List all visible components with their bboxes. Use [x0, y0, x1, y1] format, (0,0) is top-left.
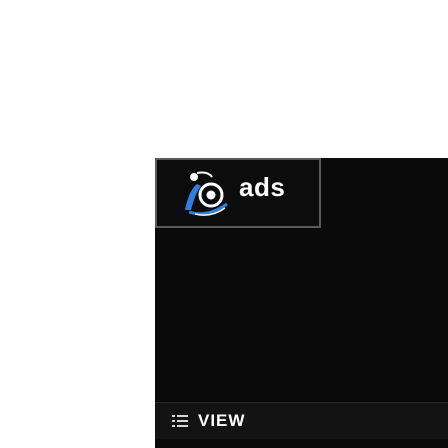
view-label: VIEW [198, 411, 246, 430]
blank-area [0, 0, 448, 158]
person-at-sign-icon [185, 171, 228, 216]
brand-name: ads [239, 172, 286, 202]
list-icon [172, 414, 188, 428]
brand-logo-button[interactable]: ads [155, 158, 321, 228]
view-menu-button[interactable]: VIEW [155, 402, 448, 439]
